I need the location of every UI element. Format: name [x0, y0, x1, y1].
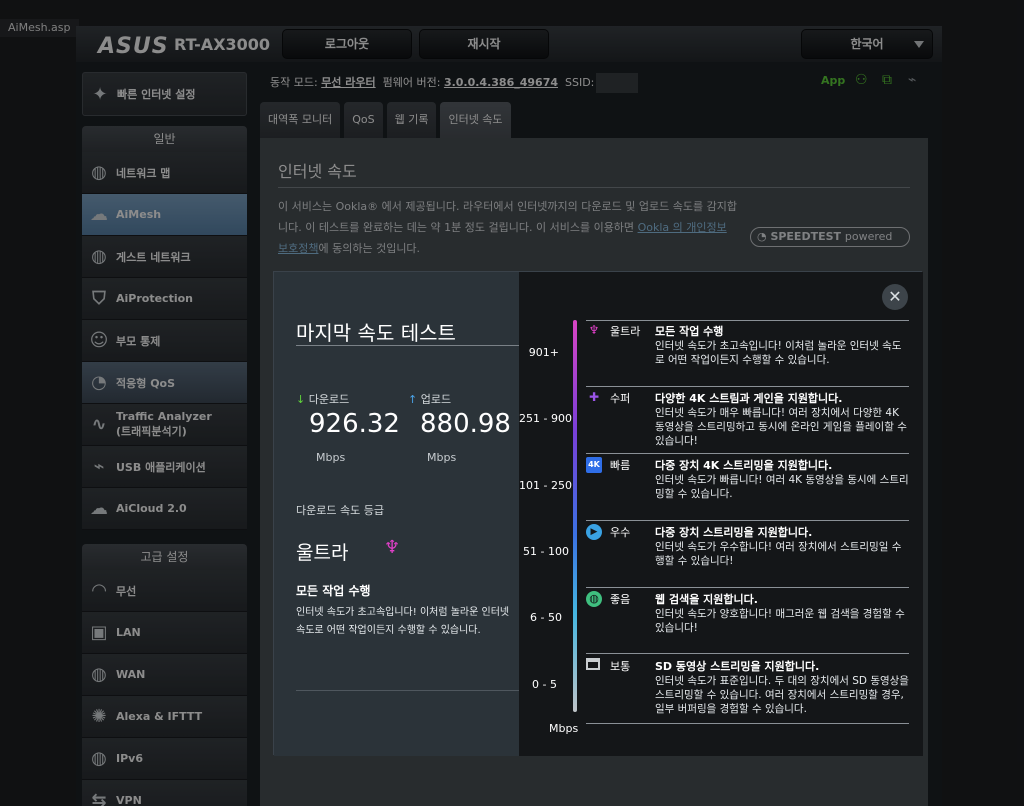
download-label: 다운로드: [308, 393, 350, 406]
tier-divider: [586, 320, 909, 321]
4k-icon: 4K: [586, 457, 602, 473]
tier-name: 빠름: [610, 459, 631, 472]
upload-arrow-icon: ↑: [408, 393, 418, 406]
scale-unit: Mbps: [549, 722, 579, 735]
tier-divider: [586, 653, 909, 654]
download-label-row: ↓ 다운로드: [296, 391, 349, 407]
grade-label: 다운로드 속도 등급: [296, 504, 384, 517]
range-label: 0 - 5: [532, 678, 557, 691]
tier-name: 울트라: [610, 325, 641, 338]
upload-label-row: ↑ 업로드: [408, 391, 451, 407]
speed-test-modal: 마지막 속도 테스트 ↓ 다운로드 ↑ 업로드 926.32 880.98 Mb…: [273, 271, 923, 756]
close-button[interactable]: ✕: [882, 284, 908, 310]
range-label: 251 - 900: [519, 412, 572, 425]
download-unit: Mbps: [316, 451, 346, 464]
grade-title: 모든 작업 수행: [296, 584, 371, 598]
tier-divider: [586, 520, 909, 521]
close-icon: ✕: [888, 287, 902, 306]
download-arrow-icon: ↓: [296, 393, 306, 406]
range-label: 101 - 250: [519, 479, 572, 492]
speed-gradient-bar: [573, 320, 577, 712]
tier-head: 다중 장치 스트리밍을 지원합니다.: [655, 526, 813, 539]
tier-divider: [586, 453, 909, 454]
tier-desc: 인터넷 속도가 빠릅니다! 여러 4K 동영상을 동시에 스트리밍할 수 있습니…: [655, 474, 909, 500]
tier-name: 보통: [610, 660, 631, 673]
download-value: 926.32: [309, 409, 400, 439]
upload-value: 880.98: [420, 409, 511, 439]
tier-desc: 인터넷 속도가 표준입니다. 두 대의 장치에서 SD 동영상을 스트리밍할 수…: [655, 675, 909, 715]
tier-desc: 인터넷 속도가 매우 빠릅니다! 여러 장치에서 다양한 4K 동영상을 스트리…: [655, 407, 907, 447]
range-label: 901+: [528, 346, 559, 359]
tier-head: 모든 작업 수행: [655, 325, 724, 338]
tier-head: 웹 검색을 지원합니다.: [655, 593, 758, 606]
tier-name: 좋음: [610, 593, 631, 606]
tier-head: SD 동영상 스트리밍을 지원합니다.: [655, 660, 820, 673]
tier-head: 다양한 4K 스트림과 게인을 지원합니다.: [655, 392, 843, 405]
tier-divider: [586, 723, 909, 724]
tier-divider: [586, 386, 909, 387]
tier-name: 수퍼: [610, 392, 631, 405]
tier-name: 우수: [610, 526, 631, 539]
gamepad-icon: ✚: [588, 390, 600, 404]
globe-icon: ◍: [586, 591, 602, 607]
tier-divider: [586, 587, 909, 588]
bottom-divider: [296, 690, 519, 691]
rocket-icon: ♆: [588, 323, 600, 337]
title-divider: [296, 345, 519, 346]
modal-title: 마지막 속도 테스트: [296, 321, 456, 345]
rocket-icon: ♆: [384, 537, 401, 558]
tier-desc: 인터넷 속도가 양호합니다! 매그러운 웹 검색을 경험할 수 있습니다!: [655, 608, 905, 634]
window-icon: [586, 658, 600, 670]
grade-description: 인터넷 속도가 초고속입니다! 이처럼 놀라운 인터넷 속도로 어떤 작업이든지…: [296, 607, 510, 636]
play-icon: ▶: [586, 524, 602, 540]
range-label: 51 - 100: [523, 545, 569, 558]
result-pane: 마지막 속도 테스트 ↓ 다운로드 ↑ 업로드 926.32 880.98 Mb…: [274, 272, 519, 756]
grade-value: 울트라: [296, 542, 349, 564]
range-label: 6 - 50: [530, 611, 562, 624]
tier-pane: ✕ 901+ 251 - 900 101 - 250 51 - 100 6 - …: [519, 272, 923, 756]
upload-unit: Mbps: [427, 451, 457, 464]
upload-label: 업로드: [420, 393, 452, 406]
tier-desc: 인터넷 속도가 우수합니다! 여러 장치에서 스트리밍일 수 행할 수 있습니다…: [655, 541, 902, 567]
tier-desc: 인터넷 속도가 초고속입니다! 이처럼 놀라운 인터넷 속도로 어떤 작업이든지…: [655, 340, 902, 366]
tier-head: 다중 장치 4K 스트리밍을 지원합니다.: [655, 459, 833, 472]
